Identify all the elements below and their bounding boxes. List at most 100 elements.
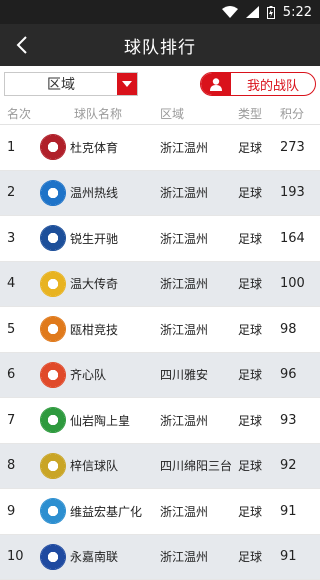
rank-cell: 1: [0, 140, 36, 155]
dropdown-toggle[interactable]: [117, 73, 137, 95]
team-logo-icon: [40, 316, 66, 342]
points-cell: 100: [280, 276, 320, 291]
page-title: 球队排行: [124, 33, 196, 58]
points-cell: 164: [280, 231, 320, 246]
region-dropdown[interactable]: 区域: [4, 72, 138, 96]
region-cell: 四川雅安: [160, 366, 238, 383]
team-logo-icon: [40, 134, 66, 160]
region-dropdown-label: 区域: [5, 73, 117, 95]
ranking-list: 1杜克体育浙江温州足球2732温州热线浙江温州足球1933锐生开驰浙江温州足球1…: [0, 125, 320, 580]
type-cell: 足球: [238, 548, 280, 565]
table-row[interactable]: 1 杜克体育 浙江温州足球273: [0, 125, 320, 171]
region-cell: 浙江温州: [160, 321, 238, 338]
signal-icon: [246, 6, 259, 18]
region-cell: 浙江温州: [160, 503, 238, 520]
rank-cell: 6: [0, 367, 36, 382]
team-name: 维益宏基广化: [70, 503, 142, 520]
team-logo-icon: [40, 407, 66, 433]
rank-cell: 7: [0, 413, 36, 428]
rank-cell: 9: [0, 504, 36, 519]
back-button[interactable]: [6, 24, 38, 66]
team-cell: 齐心队: [36, 362, 160, 388]
rank-cell: 8: [0, 458, 36, 473]
table-row[interactable]: 2 温州热线 浙江温州足球193: [0, 171, 320, 217]
team-logo-icon: [40, 498, 66, 524]
region-cell: 浙江温州: [160, 412, 238, 429]
points-cell: 98: [280, 322, 320, 337]
team-cell: 永嘉南联: [36, 544, 160, 570]
region-cell: 浙江温州: [160, 139, 238, 156]
points-cell: 92: [280, 458, 320, 473]
type-cell: 足球: [238, 412, 280, 429]
team-cell: 梓信球队: [36, 453, 160, 479]
team-cell: 维益宏基广化: [36, 498, 160, 524]
points-cell: 193: [280, 185, 320, 200]
team-name: 永嘉南联: [70, 548, 118, 565]
team-logo-icon: [40, 180, 66, 206]
region-cell: 四川绵阳三台: [160, 457, 238, 474]
filter-bar: 区域 我的战队: [0, 66, 320, 102]
header-region: 区域: [160, 105, 238, 122]
table-row[interactable]: 4温大传奇浙江温州足球100: [0, 262, 320, 308]
table-row[interactable]: 9 维益宏基广化 浙江温州足球91: [0, 489, 320, 535]
team-logo-icon: [40, 453, 66, 479]
team-cell: 温州热线: [36, 180, 160, 206]
region-cell: 浙江温州: [160, 548, 238, 565]
region-cell: 浙江温州: [160, 230, 238, 247]
team-cell: 温大传奇: [36, 271, 160, 297]
status-time: 5:22: [283, 5, 312, 20]
type-cell: 足球: [238, 230, 280, 247]
team-logo-icon: [40, 271, 66, 297]
team-logo-icon: [40, 225, 66, 251]
rank-cell: 10: [0, 549, 36, 564]
points-cell: 273: [280, 140, 320, 155]
app-header: 球队排行: [0, 24, 320, 66]
rank-cell: 2: [0, 185, 36, 200]
rank-cell: 3: [0, 231, 36, 246]
type-cell: 足球: [238, 366, 280, 383]
header-type: 类型: [238, 105, 280, 122]
points-cell: 91: [280, 504, 320, 519]
team-name: 瓯柑竞技: [70, 321, 118, 338]
team-name: 温州热线: [70, 184, 118, 201]
team-name: 锐生开驰: [70, 230, 118, 247]
team-cell: 锐生开驰: [36, 225, 160, 251]
table-header: 名次 球队名称 区域 类型 积分: [0, 102, 320, 125]
type-cell: 足球: [238, 321, 280, 338]
points-cell: 96: [280, 367, 320, 382]
my-team-button[interactable]: 我的战队: [200, 72, 316, 96]
type-cell: 足球: [238, 139, 280, 156]
user-icon: [201, 73, 231, 95]
team-name: 梓信球队: [70, 457, 118, 474]
type-cell: 足球: [238, 503, 280, 520]
caret-down-icon: [122, 81, 132, 87]
status-bar: 5:22: [0, 0, 320, 24]
team-cell: 杜克体育: [36, 134, 160, 160]
points-cell: 91: [280, 549, 320, 564]
team-name: 仙岩陶上皇: [70, 412, 130, 429]
header-points: 积分: [280, 105, 320, 122]
wifi-icon: [222, 6, 238, 18]
team-logo-icon: [40, 362, 66, 388]
type-cell: 足球: [238, 184, 280, 201]
chevron-left-icon: [16, 36, 28, 54]
type-cell: 足球: [238, 275, 280, 292]
region-cell: 浙江温州: [160, 275, 238, 292]
table-row[interactable]: 7 仙岩陶上皇 浙江温州足球93: [0, 398, 320, 444]
team-name: 齐心队: [70, 366, 106, 383]
rank-cell: 5: [0, 322, 36, 337]
table-row[interactable]: 8 梓信球队 四川绵阳三台足球92: [0, 444, 320, 490]
table-row[interactable]: 10 永嘉南联 浙江温州足球91: [0, 535, 320, 580]
my-team-label: 我的战队: [231, 75, 315, 94]
header-rank: 名次: [0, 105, 36, 122]
team-name: 杜克体育: [70, 139, 118, 156]
rank-cell: 4: [0, 276, 36, 291]
type-cell: 足球: [238, 457, 280, 474]
table-row[interactable]: 3 锐生开驰 浙江温州足球164: [0, 216, 320, 262]
region-cell: 浙江温州: [160, 184, 238, 201]
table-row[interactable]: 6 齐心队 四川雅安足球96: [0, 353, 320, 399]
points-cell: 93: [280, 413, 320, 428]
team-cell: 仙岩陶上皇: [36, 407, 160, 433]
table-row[interactable]: 5 瓯柑竞技 浙江温州足球98: [0, 307, 320, 353]
battery-icon: [267, 6, 275, 19]
